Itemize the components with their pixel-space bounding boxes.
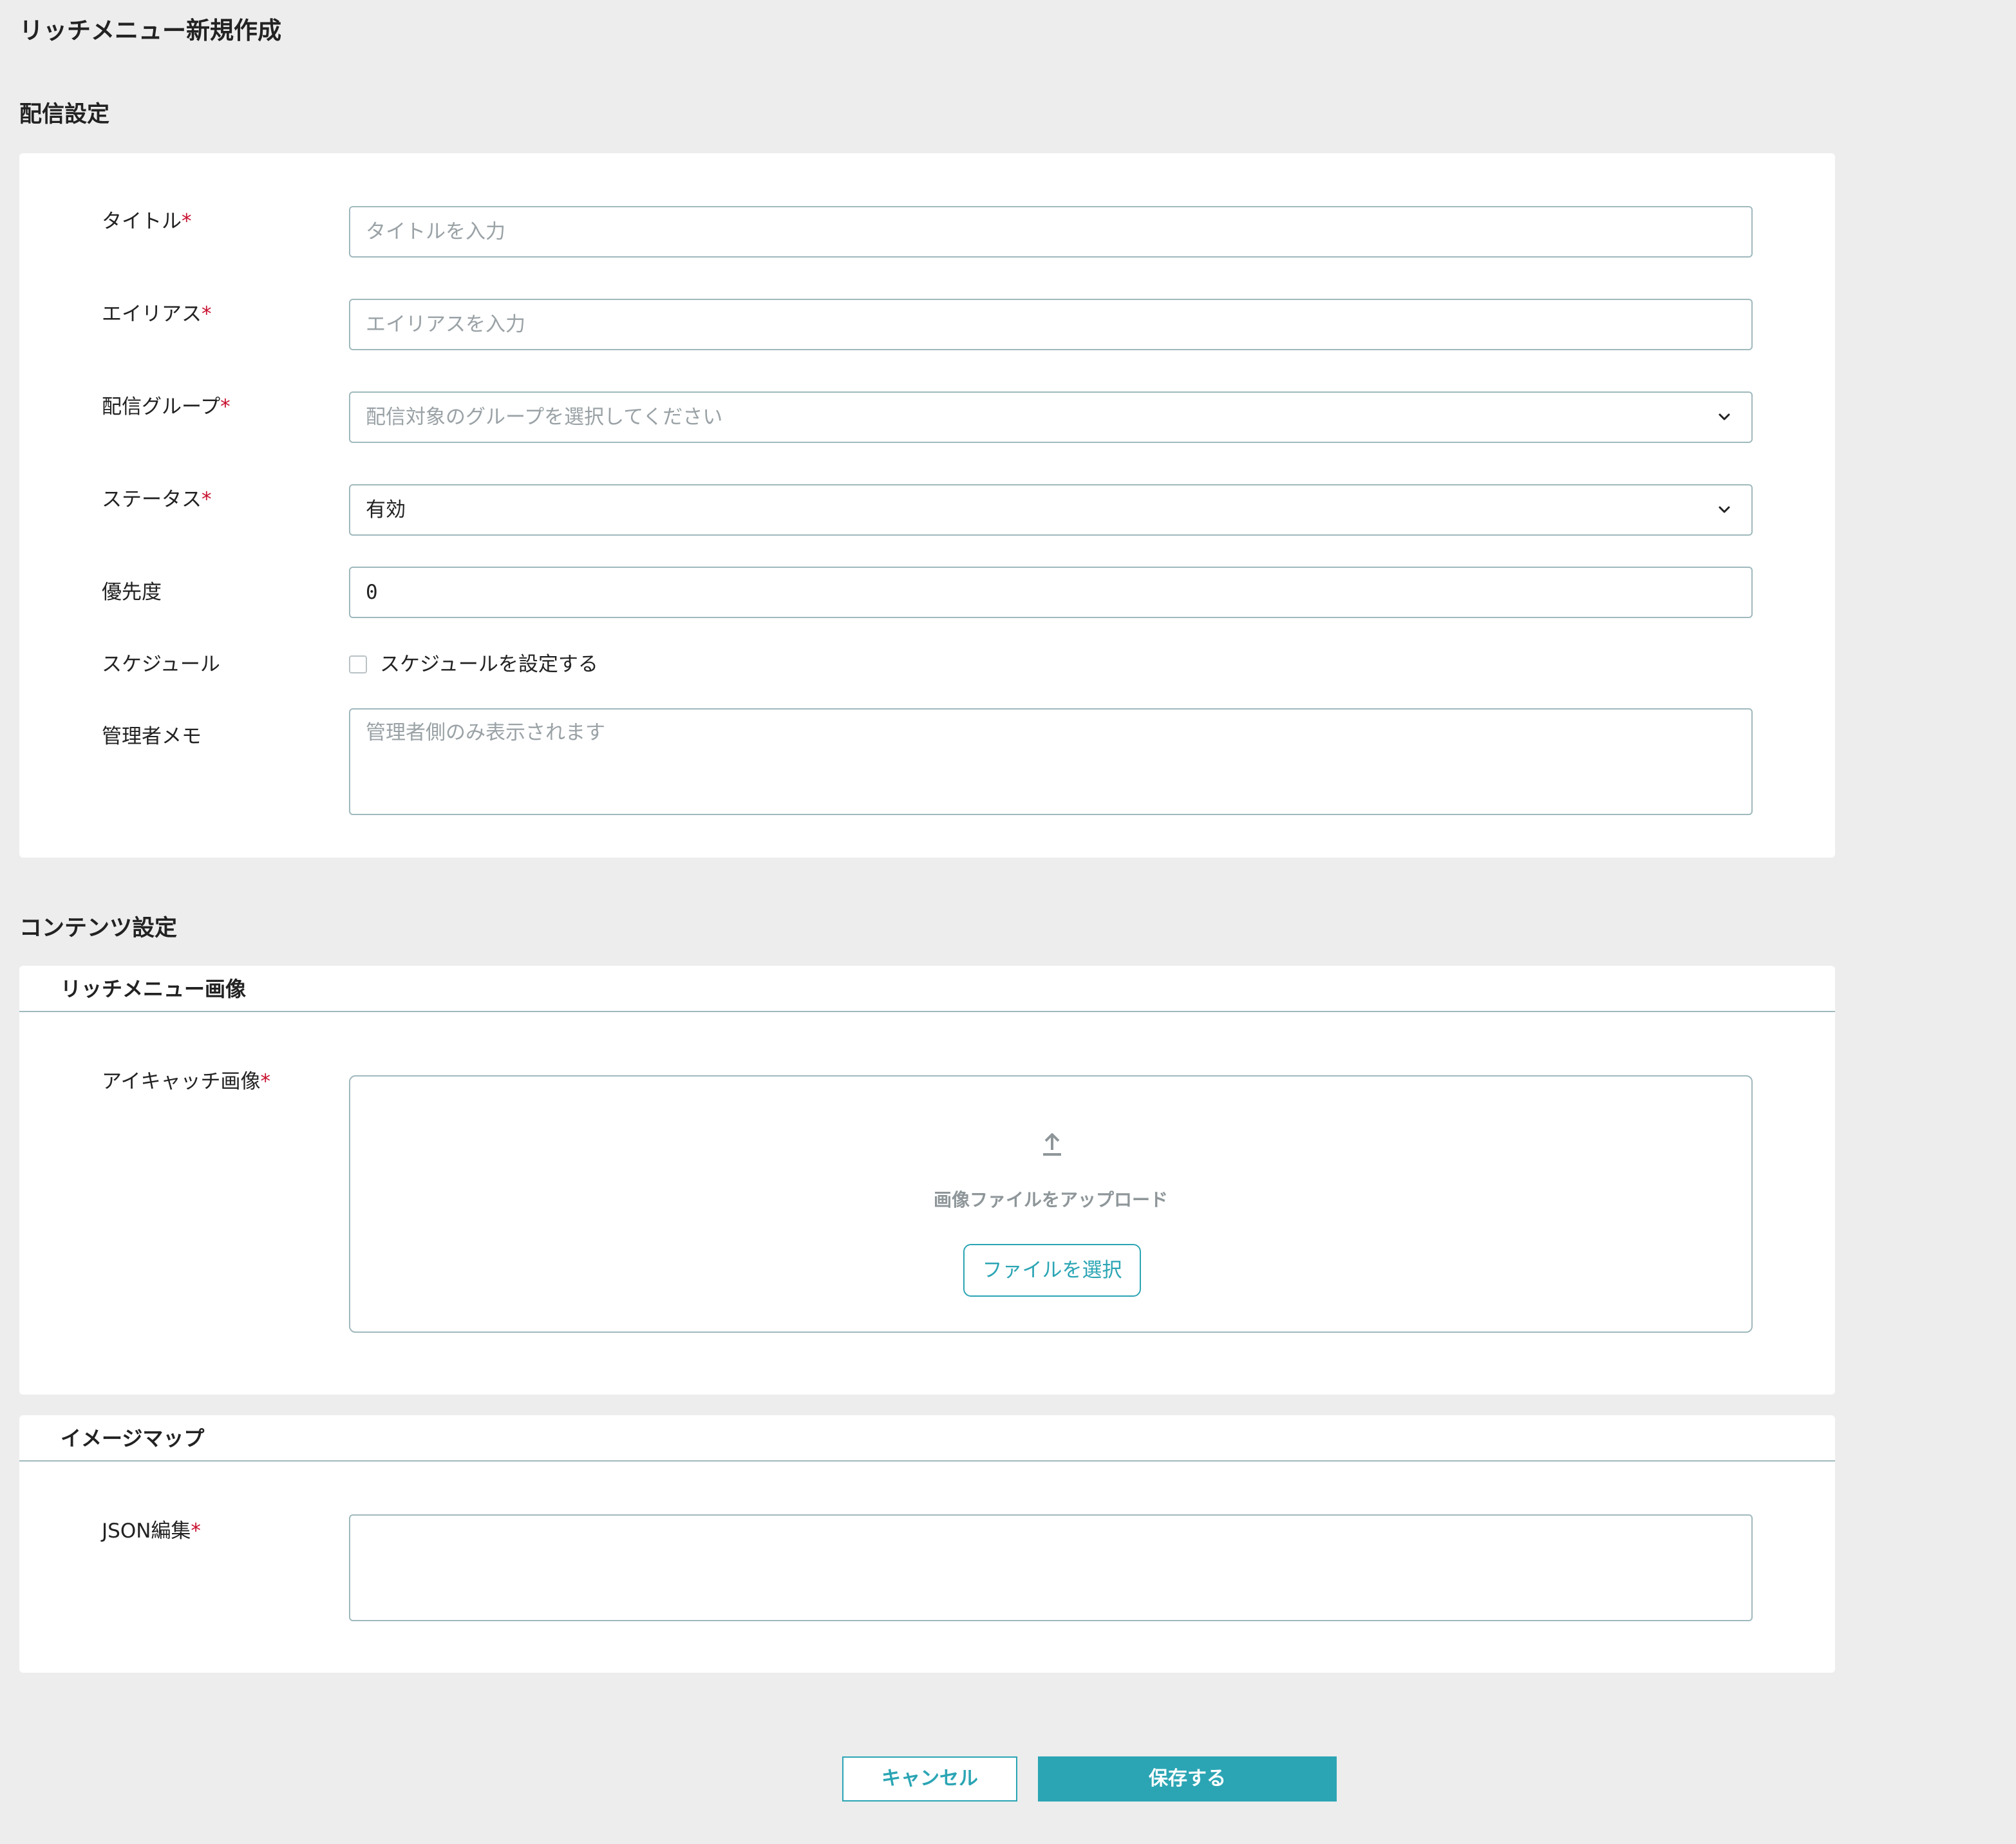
priority-label: 優先度 — [102, 577, 162, 608]
priority-input[interactable]: 0 — [349, 567, 1753, 618]
schedule-label-text: スケジュール — [102, 653, 220, 676]
title-label-text: タイトル — [102, 210, 182, 233]
eyecatch-label: アイキャッチ画像* — [102, 1066, 270, 1097]
status-label: ステータス* — [102, 484, 212, 515]
required-mark: * — [260, 1070, 270, 1093]
upload-instruction-text: 画像ファイルをアップロード — [933, 1189, 1168, 1210]
required-mark: * — [182, 210, 192, 233]
rich-menu-image-card-header: リッチメニュー画像 — [19, 966, 1835, 1012]
group-select[interactable]: 配信対象のグループを選択してください — [349, 391, 1753, 443]
select-file-button[interactable]: ファイルを選択 — [963, 1244, 1141, 1297]
required-mark: * — [220, 395, 231, 419]
title-input[interactable]: タイトルを入力 — [349, 206, 1753, 258]
save-button[interactable]: 保存する — [1038, 1756, 1337, 1802]
memo-textarea-placeholder: 管理者側のみ表示されます — [366, 721, 605, 744]
json-editor-textarea[interactable] — [349, 1514, 1753, 1621]
imagemap-card-header: イメージマップ — [19, 1415, 1835, 1462]
title-input-placeholder: タイトルを入力 — [366, 220, 505, 243]
rich-menu-image-card: リッチメニュー画像 アイキャッチ画像* 画像ファイルをアップロード ファイルを選… — [19, 966, 1835, 1395]
eyecatch-label-text: アイキャッチ画像 — [102, 1070, 261, 1093]
status-label-text: ステータス — [102, 488, 202, 511]
memo-textarea[interactable]: 管理者側のみ表示されます — [349, 708, 1753, 815]
schedule-checkbox[interactable] — [349, 655, 367, 673]
alias-input-placeholder: エイリアスを入力 — [366, 313, 525, 336]
group-select-placeholder: 配信対象のグループを選択してください — [366, 406, 723, 429]
schedule-label: スケジュール — [102, 649, 220, 680]
priority-input-value: 0 — [366, 581, 378, 604]
status-select[interactable]: 有効 — [349, 484, 1753, 536]
title-label: タイトル* — [102, 206, 192, 237]
status-select-value: 有効 — [366, 498, 406, 522]
chevron-down-icon — [1719, 506, 1730, 513]
priority-label-text: 優先度 — [102, 581, 162, 604]
memo-label: 管理者メモ — [102, 721, 202, 752]
chevron-down-icon — [1719, 413, 1730, 420]
section-title-content: コンテンツ設定 — [19, 916, 178, 941]
page-title: リッチメニュー新規作成 — [19, 17, 281, 44]
group-label-text: 配信グループ — [102, 395, 221, 419]
schedule-checkbox-label[interactable]: スケジュールを設定する — [380, 649, 598, 680]
imagemap-card: イメージマップ JSON編集* — [19, 1415, 1835, 1673]
image-upload-dropzone[interactable]: 画像ファイルをアップロード ファイルを選択 — [349, 1075, 1753, 1333]
required-mark: * — [191, 1519, 201, 1543]
rich-menu-image-card-title: リッチメニュー画像 — [61, 977, 247, 1001]
cancel-button[interactable]: キャンセル — [842, 1756, 1017, 1802]
required-mark: * — [202, 488, 212, 511]
upload-icon — [1043, 1133, 1061, 1156]
alias-input[interactable]: エイリアスを入力 — [349, 299, 1753, 350]
json-label-text: JSON編集 — [102, 1519, 191, 1543]
section-title-delivery: 配信設定 — [19, 102, 110, 127]
json-label: JSON編集* — [102, 1516, 201, 1547]
group-label: 配信グループ* — [102, 391, 231, 422]
alias-label-text: エイリアス — [102, 303, 202, 326]
delivery-settings-card: タイトル* タイトルを入力 エイリアス* エイリアスを入力 配信グループ* 配信… — [19, 153, 1835, 858]
required-mark: * — [202, 303, 212, 326]
alias-label: エイリアス* — [102, 299, 212, 330]
memo-label-text: 管理者メモ — [102, 725, 202, 748]
imagemap-card-title: イメージマップ — [61, 1426, 205, 1451]
